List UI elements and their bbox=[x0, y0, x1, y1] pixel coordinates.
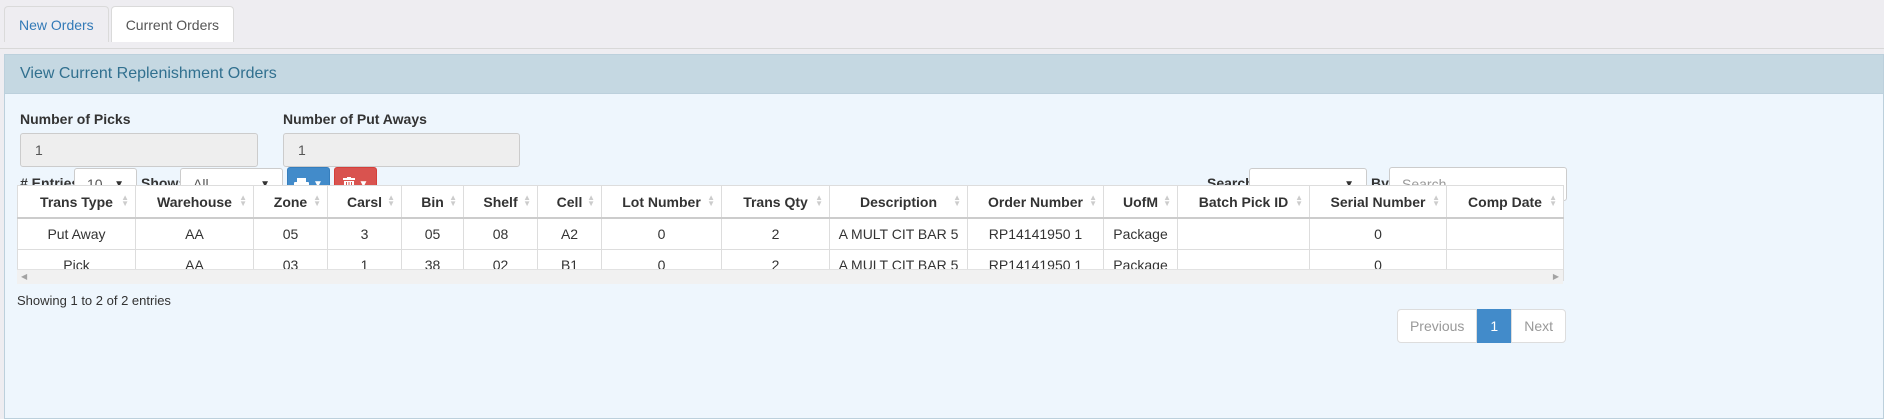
table-header-row: Trans Type ▲ ▼ Warehouse ▲ ▼ Zone ▲ ▼ Carsl ▲ ▼ … bbox=[17, 185, 1564, 219]
picks-count-field: 1 bbox=[20, 133, 258, 167]
sort-icon: ▲ ▼ bbox=[1295, 193, 1303, 208]
sort-icon: ▲ ▼ bbox=[523, 193, 531, 208]
sort-icon: ▲ ▼ bbox=[449, 193, 457, 208]
column-header[interactable]: Zone ▲ ▼ bbox=[253, 185, 328, 219]
sort-icon: ▲ ▼ bbox=[815, 193, 823, 208]
sort-icon: ▲ ▼ bbox=[953, 193, 961, 208]
column-header[interactable]: Batch Pick ID ▲ ▼ bbox=[1177, 185, 1310, 219]
column-header[interactable]: Cell ▲ ▼ bbox=[537, 185, 602, 219]
table-cell: 08 bbox=[463, 217, 538, 250]
column-header[interactable]: Lot Number ▲ ▼ bbox=[601, 185, 722, 219]
table-cell: AA bbox=[135, 217, 254, 250]
sort-icon: ▲ ▼ bbox=[387, 193, 395, 208]
putaways-count-value: 1 bbox=[298, 142, 306, 158]
column-header[interactable]: Carsl ▲ ▼ bbox=[327, 185, 402, 219]
page-1-button[interactable]: 1 bbox=[1477, 309, 1512, 343]
table-cell: A MULT CIT BAR 5 bbox=[829, 217, 968, 250]
tab-divider bbox=[0, 48, 1884, 49]
table-cell: 0 bbox=[1309, 217, 1447, 250]
putaways-label: Number of Put Aways bbox=[283, 111, 427, 127]
column-header[interactable]: Order Number ▲ ▼ bbox=[967, 185, 1104, 219]
orders-table: Trans Type ▲ ▼ Warehouse ▲ ▼ Zone ▲ ▼ Carsl ▲ ▼ … bbox=[17, 185, 1564, 281]
scroll-left-icon[interactable]: ◀ bbox=[21, 272, 27, 281]
tab-bar: New Orders Current Orders bbox=[4, 6, 236, 42]
replenishment-panel: View Current Replenishment Orders Number… bbox=[4, 54, 1884, 419]
table-cell bbox=[1446, 217, 1564, 250]
sort-icon: ▲ ▼ bbox=[239, 193, 247, 208]
table-cell: 2 bbox=[721, 217, 830, 250]
column-header[interactable]: Serial Number ▲ ▼ bbox=[1309, 185, 1447, 219]
table-cell: 05 bbox=[401, 217, 464, 250]
column-header[interactable]: Warehouse ▲ ▼ bbox=[135, 185, 254, 219]
table-cell: Put Away bbox=[17, 217, 136, 250]
putaways-count-field: 1 bbox=[283, 133, 520, 167]
column-header[interactable]: Trans Type ▲ ▼ bbox=[17, 185, 136, 219]
column-header[interactable]: UofM ▲ ▼ bbox=[1103, 185, 1178, 219]
table-cell: RP14141950 1 bbox=[967, 217, 1104, 250]
column-header[interactable]: Trans Qty ▲ ▼ bbox=[721, 185, 830, 219]
panel-title: View Current Replenishment Orders bbox=[5, 55, 1883, 94]
column-header[interactable]: Description ▲ ▼ bbox=[829, 185, 968, 219]
entries-info: Showing 1 to 2 of 2 entries bbox=[17, 293, 171, 308]
sort-icon: ▲ ▼ bbox=[1163, 193, 1171, 208]
sort-icon: ▲ ▼ bbox=[587, 193, 595, 208]
table-cell: 0 bbox=[601, 217, 722, 250]
sort-icon: ▲ ▼ bbox=[313, 193, 321, 208]
table-cell: A2 bbox=[537, 217, 602, 250]
sort-icon: ▲ ▼ bbox=[1432, 193, 1440, 208]
next-page-button[interactable]: Next bbox=[1511, 309, 1566, 343]
tab-current-orders[interactable]: Current Orders bbox=[110, 6, 235, 42]
column-header[interactable]: Shelf ▲ ▼ bbox=[463, 185, 538, 219]
sort-icon: ▲ ▼ bbox=[707, 193, 715, 208]
tab-new-orders[interactable]: New Orders bbox=[4, 6, 109, 42]
picks-label: Number of Picks bbox=[20, 111, 131, 127]
horizontal-scrollbar[interactable]: ◀ ▶ bbox=[17, 269, 1563, 284]
table-cell bbox=[1177, 217, 1310, 250]
scroll-right-icon[interactable]: ▶ bbox=[1553, 272, 1559, 281]
sort-icon: ▲ ▼ bbox=[1549, 193, 1557, 208]
previous-page-button[interactable]: Previous bbox=[1396, 309, 1478, 343]
pagination: Previous 1 Next bbox=[1396, 309, 1566, 343]
table-row[interactable]: Put Away AA 05 3 05 08 A2 0 2 A MULT CIT… bbox=[17, 217, 1564, 250]
picks-count-value: 1 bbox=[35, 142, 43, 158]
sort-icon: ▲ ▼ bbox=[121, 193, 129, 208]
table-cell: 05 bbox=[253, 217, 328, 250]
column-header[interactable]: Comp Date ▲ ▼ bbox=[1446, 185, 1564, 219]
table-cell: 3 bbox=[327, 217, 402, 250]
table-cell: Package bbox=[1103, 217, 1178, 250]
column-header[interactable]: Bin ▲ ▼ bbox=[401, 185, 464, 219]
sort-icon: ▲ ▼ bbox=[1089, 193, 1097, 208]
